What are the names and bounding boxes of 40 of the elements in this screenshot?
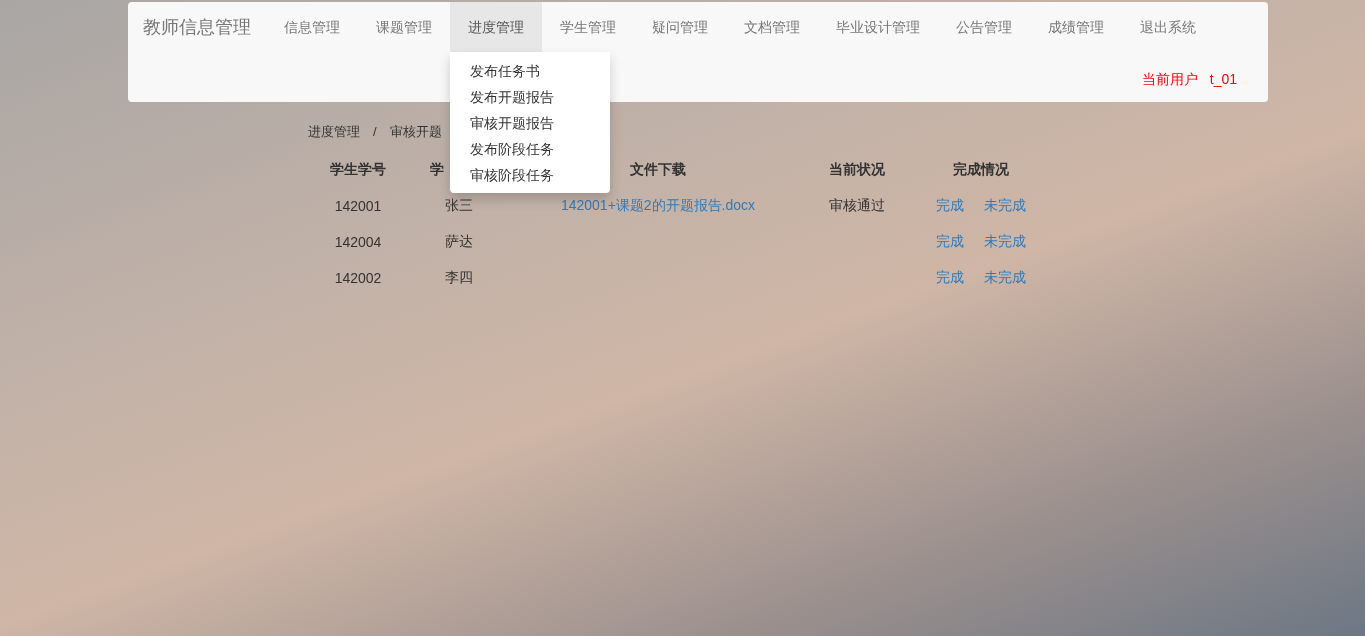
brand-link[interactable]: 教师信息管理 (128, 2, 266, 52)
action-link[interactable]: 完成 (936, 197, 964, 213)
current-user-name: t_01 (1209, 70, 1237, 89)
current-user-label: 当前用户 (1141, 70, 1198, 89)
column-header: 文件下载 (630, 161, 686, 177)
action-link[interactable]: 未完成 (984, 269, 1026, 285)
column-header: 完成情况 (953, 161, 1009, 177)
nav-tab[interactable]: 文档管理 (726, 2, 818, 52)
menu-item[interactable]: 审核开题报告 (450, 110, 610, 136)
breadcrumb-item: 进度管理 (308, 123, 360, 141)
column-header: 当前状况 (829, 161, 885, 177)
action-link[interactable]: 完成 (936, 233, 964, 249)
menu-item[interactable]: 审核阶段任务 (450, 162, 610, 188)
action-link[interactable]: 完成 (936, 269, 964, 285)
action-link[interactable]: 未完成 (984, 197, 1026, 213)
menu-item[interactable]: 发布阶段任务 (450, 136, 610, 162)
nav-tab[interactable]: 课题管理 (358, 2, 450, 52)
file-link[interactable]: 142001+课题2的开题报告.docx (560, 197, 756, 213)
breadcrumb-item: / (373, 123, 377, 141)
table-cell: 李四 (445, 269, 473, 285)
table-cell: 142004 (334, 234, 382, 250)
breadcrumb-item: 审核开题 (389, 123, 442, 141)
action-link[interactable]: 未完成 (984, 233, 1026, 249)
nav-tab[interactable]: 成绩管理 (1030, 2, 1122, 52)
nav-tab[interactable]: 疑问管理 (634, 2, 726, 52)
table-cell: 张三 (445, 197, 473, 213)
nav-tab[interactable]: 学生管理 (542, 2, 634, 52)
nav-tab[interactable]: 毕业设计管理 (818, 2, 938, 52)
menu-item[interactable]: 发布任务书 (450, 58, 610, 84)
table-cell: 142001 (334, 198, 382, 214)
column-header: 学 (430, 161, 444, 177)
nav-tab[interactable]: 信息管理 (266, 2, 358, 52)
nav-tab[interactable]: 进度管理 (450, 2, 542, 52)
menu-item[interactable]: 发布开题报告 (450, 84, 610, 110)
nav-tab[interactable]: 退出系统 (1122, 2, 1214, 52)
table-cell: 142002 (334, 270, 382, 286)
nav-tab[interactable]: 公告管理 (938, 2, 1030, 52)
column-header: 学生学号 (330, 161, 386, 177)
table-cell: 审核通过 (829, 197, 885, 213)
table-cell: 萨达 (445, 233, 473, 249)
